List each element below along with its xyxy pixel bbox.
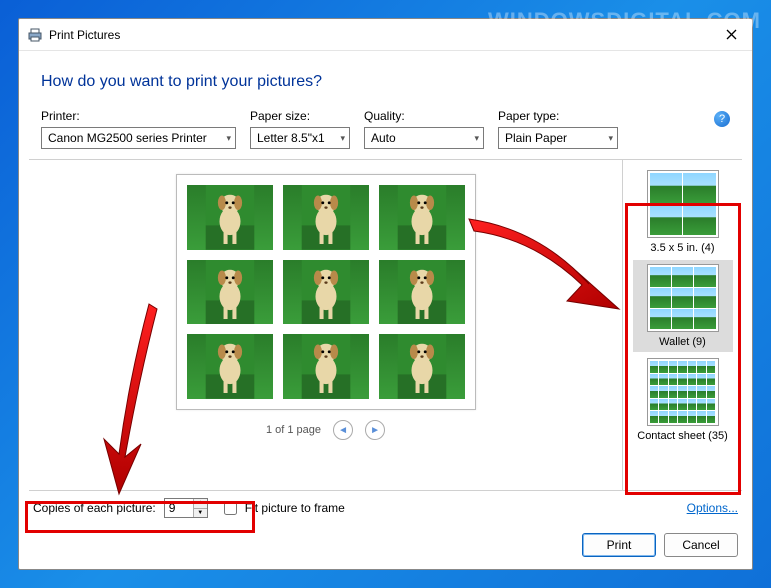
- dialog-heading: How do you want to print your pictures?: [19, 51, 752, 109]
- layout-option[interactable]: Wallet (9): [633, 260, 733, 352]
- preview-zone: 1 of 1 page ◄ ►: [29, 160, 622, 490]
- chevron-down-icon: ▾: [340, 133, 345, 144]
- pager: 1 of 1 page ◄ ►: [266, 410, 385, 440]
- paper-type-label: Paper type:: [498, 109, 618, 123]
- layout-label: Contact sheet (35): [637, 430, 729, 442]
- copies-up-button[interactable]: ▲: [194, 499, 207, 509]
- printer-icon: [27, 27, 43, 43]
- copies-label: Copies of each picture:: [33, 501, 156, 515]
- options-link[interactable]: Options...: [687, 501, 738, 515]
- quality-value: Auto: [371, 131, 396, 145]
- fit-to-frame-label: Fit picture to frame: [245, 501, 345, 515]
- chevron-down-icon: ▾: [474, 133, 479, 144]
- layout-option[interactable]: Contact sheet (35): [633, 354, 733, 446]
- layout-thumb: [647, 170, 719, 238]
- window-title: Print Pictures: [49, 28, 120, 42]
- preview-photo: [187, 334, 273, 399]
- layout-label: Wallet (9): [637, 336, 729, 348]
- chevron-down-icon: ▾: [226, 133, 231, 144]
- print-pictures-dialog: Print Pictures How do you want to print …: [18, 18, 753, 570]
- help-icon[interactable]: ?: [714, 111, 730, 127]
- layout-pane[interactable]: 3.5 x 5 in. (4) Wallet (9) Contact sheet (…: [622, 160, 742, 490]
- quality-label: Quality:: [364, 109, 484, 123]
- preview-photo: [283, 260, 369, 325]
- fit-to-frame-checkbox[interactable]: [224, 502, 237, 515]
- next-page-button[interactable]: ►: [365, 420, 385, 440]
- printer-value: Canon MG2500 series Printer: [48, 131, 207, 145]
- page-indicator: 1 of 1 page: [266, 424, 321, 436]
- print-button[interactable]: Print: [582, 533, 656, 557]
- content-area: 1 of 1 page ◄ ► 3.5 x 5 in. (4) Wallet (9…: [29, 159, 742, 491]
- preview-photo: [379, 334, 465, 399]
- close-button[interactable]: [716, 23, 746, 45]
- preview-photo: [283, 334, 369, 399]
- chevron-down-icon: ▾: [608, 133, 613, 144]
- cancel-button[interactable]: Cancel: [664, 533, 738, 557]
- button-bar: Print Cancel: [19, 525, 752, 569]
- titlebar: Print Pictures: [19, 19, 752, 51]
- paper-type-value: Plain Paper: [505, 131, 567, 145]
- prev-page-button[interactable]: ◄: [333, 420, 353, 440]
- layout-thumb: [647, 358, 719, 426]
- preview-photo: [187, 185, 273, 250]
- paper-size-label: Paper size:: [250, 109, 350, 123]
- paper-size-value: Letter 8.5"x1: [257, 131, 325, 145]
- paper-size-combo[interactable]: Letter 8.5"x1 ▾: [250, 127, 350, 149]
- bottom-bar: Copies of each picture: ▲ ▼ Fit picture …: [19, 491, 752, 525]
- paper-type-combo[interactable]: Plain Paper ▾: [498, 127, 618, 149]
- preview-photo: [379, 260, 465, 325]
- preview-photo: [379, 185, 465, 250]
- layout-thumb: [647, 264, 719, 332]
- quality-combo[interactable]: Auto ▾: [364, 127, 484, 149]
- layout-option[interactable]: 3.5 x 5 in. (4): [633, 166, 733, 258]
- copies-spinner[interactable]: ▲ ▼: [164, 498, 208, 518]
- printer-combo[interactable]: Canon MG2500 series Printer ▾: [41, 127, 236, 149]
- copies-input[interactable]: [165, 499, 193, 517]
- copies-down-button[interactable]: ▼: [194, 509, 207, 518]
- preview-photo: [283, 185, 369, 250]
- printer-label: Printer:: [41, 109, 236, 123]
- preview-photo: [187, 260, 273, 325]
- page-preview: [176, 174, 476, 410]
- layout-label: 3.5 x 5 in. (4): [637, 242, 729, 254]
- settings-row: Printer: Canon MG2500 series Printer ▾ P…: [19, 109, 752, 159]
